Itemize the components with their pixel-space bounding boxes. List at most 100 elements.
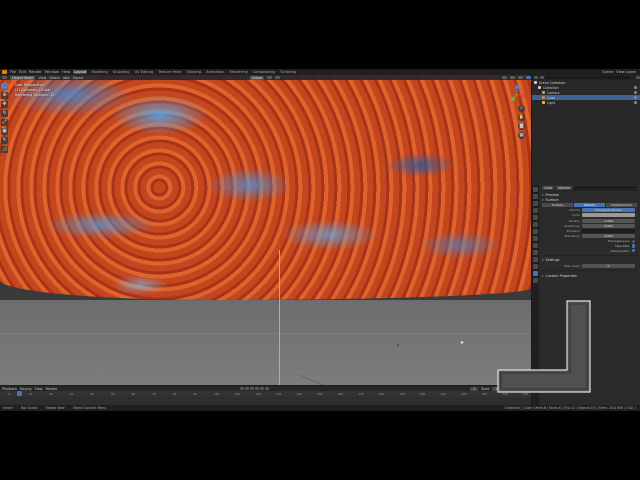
tab-shading[interactable]: Shading — [185, 70, 202, 74]
tool-tab-icon[interactable] — [533, 187, 538, 192]
view-menu[interactable]: View — [38, 76, 46, 80]
keying-menu[interactable]: Keying — [20, 387, 31, 391]
texture-tab-icon[interactable] — [533, 278, 538, 283]
material-slot-list[interactable] — [574, 185, 637, 190]
constraints-tab-icon[interactable] — [533, 257, 538, 262]
menu-render[interactable]: Render — [29, 70, 42, 74]
add-menu[interactable]: Add — [63, 76, 70, 80]
timeline-editor[interactable]: Playback Keying View Marker 1 Start 1 En… — [0, 385, 531, 406]
outliner-search-input[interactable] — [546, 75, 631, 80]
menu-window[interactable]: Window — [45, 70, 59, 74]
perspective-toggle-icon[interactable]: ▦ — [518, 132, 525, 139]
navigation-gizmo-icon[interactable] — [508, 85, 526, 103]
select-box-tool-icon[interactable]: ▢ — [1, 83, 8, 90]
display-mode-icon[interactable] — [540, 76, 544, 79]
menu-help[interactable]: Help — [62, 70, 70, 74]
tab-texture-paint[interactable]: Texture Paint — [157, 70, 182, 74]
visibility-eye-icon[interactable] — [634, 91, 637, 94]
annotate-tool-icon[interactable]: ✎ — [1, 137, 8, 144]
scene-tab-icon[interactable] — [533, 215, 538, 220]
play-reverse-icon[interactable] — [250, 386, 255, 391]
transform-tool-icon[interactable]: ▣ — [1, 128, 8, 135]
end-frame-field[interactable]: 250 — [512, 386, 525, 391]
start-frame-field[interactable]: 1 — [492, 386, 501, 391]
output-tab-icon[interactable] — [533, 201, 538, 206]
visibility-eye-icon[interactable] — [634, 86, 637, 89]
scale-tool-icon[interactable]: ⤢ — [1, 119, 8, 126]
rotate-tool-icon[interactable]: ↻ — [1, 110, 8, 117]
timeline-ruler[interactable]: 0 10 20 30 40 50 60 70 80 90 100 110 120 130 140 150 160… — [0, 391, 531, 397]
xray-icon[interactable] — [510, 75, 515, 80]
custom-properties-title[interactable]: Custom Properties — [542, 273, 638, 278]
color-swatch[interactable] — [582, 213, 635, 218]
outliner-row-light[interactable]: Light — [532, 100, 640, 105]
filter-icon[interactable] — [636, 76, 640, 79]
pass-index-field[interactable]: 0 — [582, 263, 635, 268]
move-tool-icon[interactable]: ✥ — [1, 101, 8, 108]
jump-start-icon[interactable] — [240, 386, 245, 391]
segment-displacement[interactable]: Displacement — [606, 203, 638, 207]
overlay-icon[interactable] — [502, 75, 507, 80]
blackbody-field[interactable]: 0.000 — [582, 234, 635, 239]
jump-end-icon[interactable] — [265, 386, 270, 391]
emission-swatch[interactable] — [582, 229, 635, 234]
mode-dropdown[interactable]: Object Mode — [10, 75, 36, 80]
camera-view-icon[interactable]: ◙ — [518, 123, 525, 130]
select-menu[interactable]: Select — [49, 76, 59, 80]
interpolation-checkbox[interactable] — [631, 248, 635, 253]
object-tab-icon[interactable] — [533, 229, 538, 234]
homogeneous-checkbox[interactable] — [631, 239, 635, 244]
view-layer-selector[interactable]: View Layer — [616, 70, 636, 74]
pan-hand-icon[interactable]: ✋ — [518, 114, 525, 121]
tab-sculpting[interactable]: Sculpting — [112, 70, 131, 74]
scene-selector[interactable]: Scene — [602, 70, 613, 74]
prev-key-icon[interactable] — [245, 386, 250, 391]
object-chip[interactable]: Cube — [542, 185, 555, 190]
playback-menu[interactable]: Playback — [2, 387, 17, 391]
visibility-eye-icon[interactable] — [634, 101, 637, 104]
object-menu[interactable]: Object — [72, 76, 83, 80]
current-frame-field[interactable]: 1 — [470, 386, 479, 391]
density-field[interactable]: 1.000 — [582, 218, 635, 223]
data-tab-icon[interactable] — [533, 264, 538, 269]
zoom-icon[interactable]: ⌕ — [518, 105, 525, 112]
tab-uv-editing[interactable]: UV Editing — [134, 70, 155, 74]
tab-layout[interactable]: Layout — [73, 70, 88, 74]
measure-tool-icon[interactable]: ◿ — [1, 146, 8, 153]
segment-surface[interactable]: Surface — [542, 203, 574, 207]
world-tab-icon[interactable] — [533, 222, 538, 227]
tab-compositing[interactable]: Compositing — [252, 70, 277, 74]
material-name-chip[interactable]: Volume — [556, 185, 573, 190]
playhead[interactable] — [17, 391, 22, 396]
snap-icon[interactable] — [267, 75, 273, 80]
material-tab-icon[interactable] — [533, 271, 538, 276]
cursor-tool-icon[interactable]: ⊕ — [1, 92, 8, 99]
menu-edit[interactable]: Edit — [19, 70, 26, 74]
render-tab-icon[interactable] — [533, 194, 538, 199]
tab-rendering[interactable]: Rendering — [228, 70, 248, 74]
view-menu-timeline[interactable]: View — [35, 387, 43, 391]
tab-animation[interactable]: Animation — [205, 70, 225, 74]
marker-menu[interactable]: Marker — [46, 387, 58, 391]
3d-viewport[interactable]: Object Mode View Select Add Object Globa… — [0, 75, 531, 385]
tab-modeling[interactable]: Modeling — [90, 70, 108, 74]
volume-shader-field[interactable]: Principled Volume — [582, 208, 635, 213]
editor-type-icon[interactable] — [534, 76, 538, 79]
orientation-dropdown[interactable]: Global — [249, 75, 265, 80]
step-rate-checkbox[interactable] — [631, 244, 635, 248]
physics-tab-icon[interactable] — [533, 250, 538, 255]
anisotropy-field[interactable]: 0.000 — [582, 223, 635, 228]
settings-panel-title[interactable]: Settings — [542, 258, 638, 263]
visibility-eye-icon[interactable] — [634, 96, 637, 99]
tab-scripting[interactable]: Scripting — [279, 70, 297, 74]
particles-tab-icon[interactable] — [533, 243, 538, 248]
next-key-icon[interactable] — [260, 386, 265, 391]
editor-type-icon[interactable] — [2, 75, 7, 80]
menu-file[interactable]: File — [10, 70, 16, 74]
blender-logo-icon[interactable] — [2, 70, 7, 74]
shading-solid-icon[interactable] — [518, 75, 523, 80]
segment-volume[interactable]: Volume — [574, 203, 606, 207]
shading-rendered-icon[interactable] — [526, 75, 531, 80]
modifier-tab-icon[interactable] — [533, 236, 538, 241]
surface-panel-title[interactable]: Surface — [542, 197, 638, 202]
